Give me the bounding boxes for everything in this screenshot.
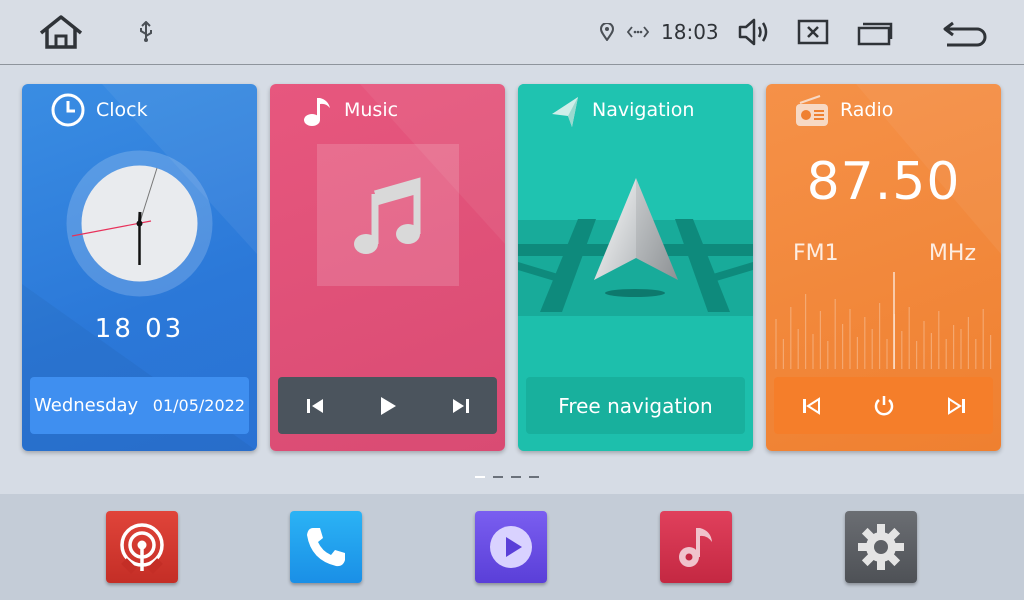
next-icon[interactable] (441, 386, 481, 426)
digital-time: 18 03 (94, 314, 185, 344)
navigation-arrow-icon (548, 94, 582, 128)
clock-title: Clock (96, 99, 148, 121)
radio-icon (794, 94, 830, 128)
frequency-scale (772, 269, 995, 374)
video-app-button[interactable] (475, 511, 547, 583)
music-app-button[interactable] (660, 511, 732, 583)
date-label: 01/05/2022 (152, 396, 245, 415)
clock-icon (50, 92, 86, 128)
page-indicator (475, 476, 539, 478)
next-icon[interactable] (937, 386, 977, 426)
phone-app-button[interactable] (290, 511, 362, 583)
home-icon[interactable] (36, 12, 86, 52)
free-navigation-button[interactable]: Free navigation (526, 377, 745, 434)
volume-icon[interactable] (736, 16, 772, 48)
date-bar: Wednesday 01/05/2022 (30, 377, 249, 434)
page-dot[interactable] (475, 476, 485, 478)
phone-icon (307, 528, 345, 567)
music-notes-icon (354, 177, 421, 254)
weekday-label: Wednesday (34, 395, 139, 416)
location-icon (598, 22, 616, 42)
radio-frequency: 87.50 (806, 152, 961, 212)
video-play-icon (490, 526, 532, 568)
navigation-title: Navigation (592, 99, 695, 121)
radio-widget[interactable]: Radio 87.50 FM1 MHz (766, 84, 1001, 451)
page-dot[interactable] (529, 476, 539, 478)
album-art-placeholder (317, 144, 459, 286)
clock-widget[interactable]: Clock 18 03 Wednesday 01/05/2022 (22, 84, 257, 451)
play-icon[interactable] (368, 386, 408, 426)
music-widget[interactable]: Music (270, 84, 505, 451)
radio-controls (774, 377, 993, 434)
usb-icon (136, 20, 156, 44)
page-dot[interactable] (511, 476, 521, 478)
radio-title: Radio (840, 99, 894, 121)
previous-icon[interactable] (791, 386, 831, 426)
music-note-icon (300, 94, 334, 128)
status-time: 18:03 (661, 20, 719, 44)
radio-unit: MHz (928, 241, 976, 266)
previous-icon[interactable] (295, 386, 335, 426)
app-dock (0, 494, 1024, 600)
wireless-icon (626, 24, 650, 40)
music-controls (278, 377, 497, 434)
status-bar: 18:03 (0, 0, 1024, 65)
radio-band: FM1 (793, 241, 839, 266)
analog-clock (66, 150, 213, 297)
power-icon[interactable] (864, 386, 904, 426)
music-note-icon (679, 528, 712, 567)
radio-app-button[interactable] (106, 511, 178, 583)
gear-icon (858, 524, 904, 570)
broadcast-icon (120, 523, 164, 574)
music-title: Music (344, 99, 399, 121)
back-icon[interactable] (940, 16, 990, 50)
navigation-pointer-graphic (590, 176, 682, 286)
page-dot[interactable] (493, 476, 503, 478)
settings-app-button[interactable] (845, 511, 917, 583)
close-window-icon[interactable] (796, 17, 830, 47)
recent-apps-icon[interactable] (855, 18, 895, 48)
navigation-widget[interactable]: Navigation Free navigation (518, 84, 753, 451)
